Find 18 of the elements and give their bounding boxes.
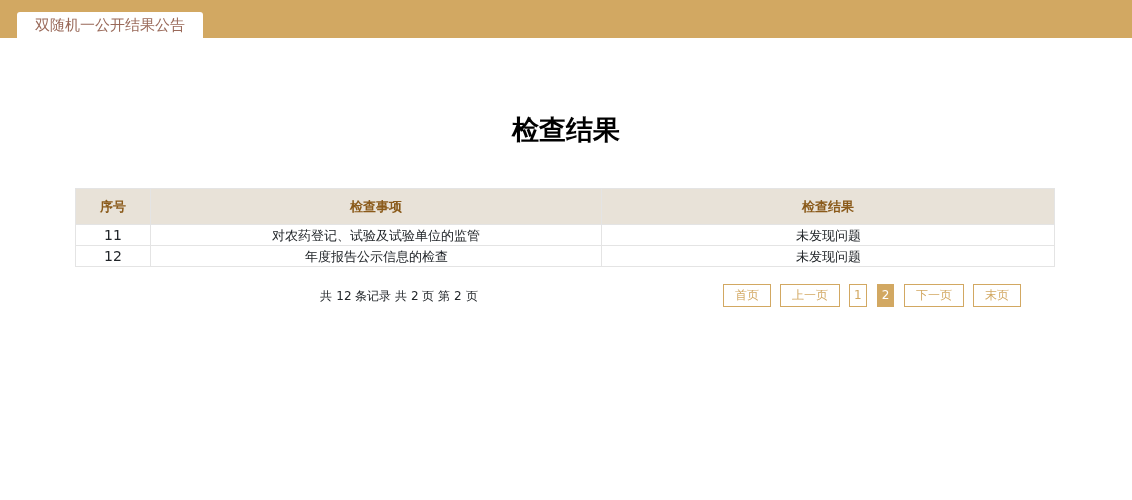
pager-button[interactable]: 下一页	[904, 284, 965, 307]
column-header: 检查事项	[150, 188, 602, 225]
table-cell: 年度报告公示信息的检查	[150, 245, 602, 267]
tab[interactable]: 双随机一公开结果公告	[17, 12, 203, 38]
column-header: 序号	[75, 188, 151, 225]
pager-button[interactable]: 首页	[723, 284, 771, 307]
pager-button[interactable]: 末页	[973, 284, 1022, 307]
page-link[interactable]: 2	[876, 284, 895, 307]
table-cell: 11	[75, 224, 151, 246]
pager-button[interactable]: 上一页	[780, 284, 840, 307]
page-link[interactable]: 1	[849, 284, 867, 307]
table-cell: 未发现问题	[601, 224, 1055, 246]
page-title: 检查结果	[510, 113, 621, 147]
pager-summary: 共 12 条记录 共 2 页 第 2 页	[320, 288, 478, 303]
table-cell: 未发现问题	[601, 245, 1055, 267]
column-header: 检查结果	[601, 188, 1055, 225]
table-cell: 对农药登记、试验及试验单位的监管	[150, 224, 602, 246]
table-cell: 12	[75, 245, 151, 267]
